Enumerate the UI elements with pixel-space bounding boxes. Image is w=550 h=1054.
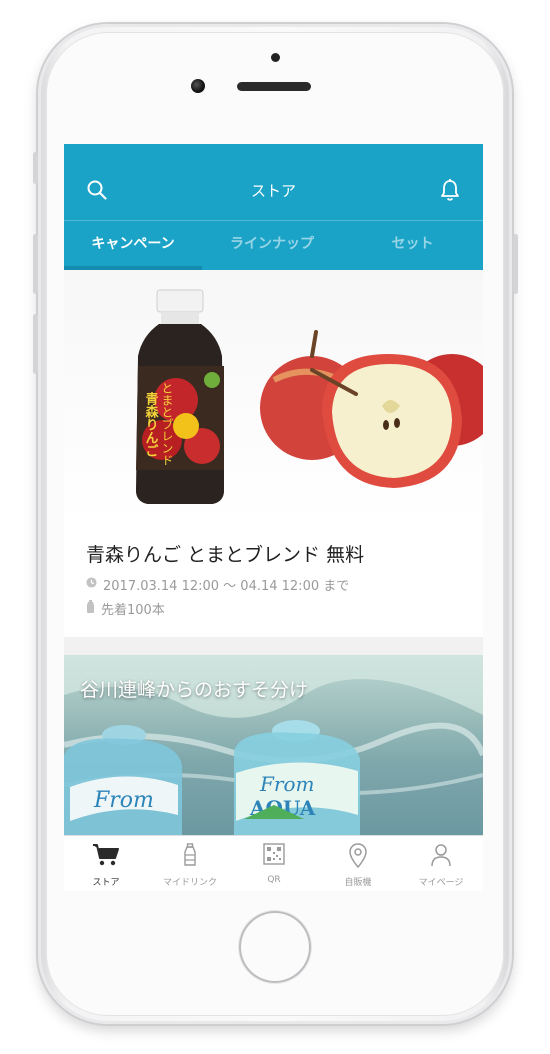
mute-switch [33, 152, 38, 184]
proximity-sensor [271, 53, 280, 62]
campaign-title: 青森りんご とまとブレンド 無料 [86, 544, 365, 566]
earpiece-speaker [237, 82, 311, 91]
svg-text:From: From [259, 772, 314, 796]
page-title: ストア [250, 182, 296, 200]
campaign-card-water[interactable]: From From AQUA 谷川連峰からのおすそ分け [64, 655, 483, 835]
app-screen: ストア キャンペーン ラインナップ セット 青森りんご とまとブレンド 青森りん… [64, 144, 483, 891]
volume-up-button [33, 234, 38, 294]
power-button [513, 234, 518, 294]
svg-text:From: From [93, 788, 154, 813]
campaign-period-row: 2017.03.14 12:00 〜 04.14 12:00 まで [86, 575, 349, 594]
campaign-card[interactable]: 青森りんご とまとブレンド 青森りんご とまとブレンド 無料 2017.03.1… [64, 270, 483, 637]
home-button[interactable] [239, 911, 311, 983]
campaign-limit-row: 先着100本 [86, 599, 165, 618]
nav-my-drink[interactable]: マイドリンク [148, 836, 232, 891]
juice-bottle-image: 青森りんご とまとブレンド [136, 289, 224, 504]
campaign-limit: 先着100本 [101, 603, 165, 618]
volume-down-button [33, 314, 38, 374]
tab-lineup[interactable]: ラインナップ [202, 221, 342, 271]
bell-icon[interactable] [436, 176, 464, 204]
campaign-image: 青森りんご とまとブレンド [64, 270, 483, 522]
map-pin-icon [316, 843, 400, 871]
nav-store[interactable]: ストア [64, 836, 148, 891]
nav-label: マイページ [418, 878, 464, 888]
tab-campaign[interactable]: キャンペーン [64, 221, 202, 271]
campaign-title-water: 谷川連峰からのおすそ分け [80, 679, 309, 701]
nav-label: ストア [92, 878, 120, 888]
svg-text:とまとブレンド: とまとブレンド [160, 382, 174, 466]
svg-text:青森りんご: 青森りんご [143, 391, 159, 457]
bottle-small-icon [86, 600, 95, 617]
nav-qr[interactable]: QR [232, 836, 316, 891]
campaign-period: 2017.03.14 12:00 〜 04.14 12:00 まで [103, 579, 350, 594]
tab-bar: キャンペーン ラインナップ セット [64, 220, 483, 271]
qr-icon [232, 843, 316, 871]
person-icon [399, 843, 483, 871]
bottle-icon [148, 843, 232, 871]
app-header: ストア キャンペーン ラインナップ セット [64, 144, 483, 270]
nav-label: QR [267, 875, 281, 885]
nav-label: マイドリンク [162, 878, 217, 888]
nav-label: 自販機 [344, 878, 372, 888]
bottom-nav: ストア マイドリンク QR 自販機 マイページ [64, 835, 483, 891]
nav-vending-machine[interactable]: 自販機 [316, 836, 400, 891]
apple-image [260, 330, 483, 488]
nav-my-page[interactable]: マイページ [399, 836, 483, 891]
cart-icon [64, 843, 148, 871]
clock-icon [86, 577, 97, 592]
tab-set[interactable]: セット [342, 221, 483, 271]
front-camera [191, 79, 205, 93]
